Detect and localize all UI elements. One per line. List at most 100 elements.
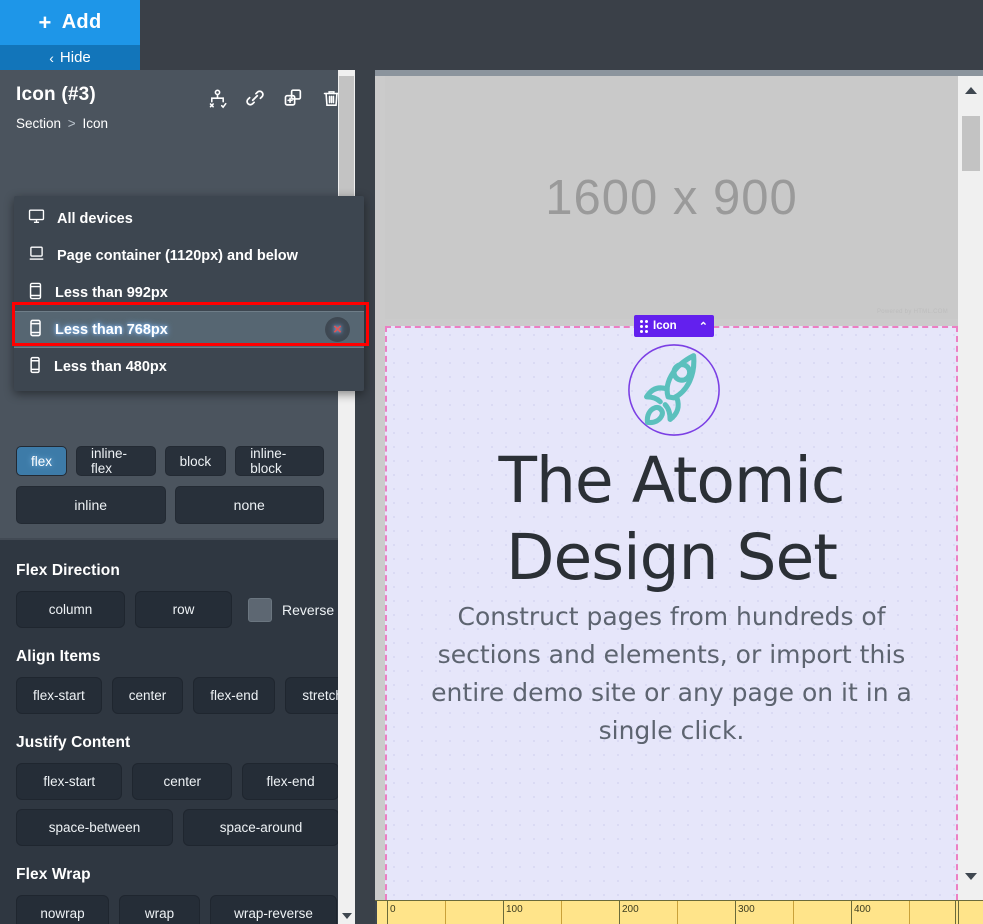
link-icon[interactable] <box>241 84 269 112</box>
align-items-group: Align Items flex-start center flex-end s… <box>16 648 355 714</box>
flex-wrap-nowrap[interactable]: nowrap <box>16 895 109 924</box>
reverse-checkbox[interactable] <box>248 597 272 622</box>
ruler-tick <box>561 901 562 924</box>
justify-content-title: Justify Content <box>16 734 131 751</box>
dropdown-item-less-than-480[interactable]: Less than 480px <box>14 348 364 385</box>
duplicate-icon[interactable] <box>279 84 307 112</box>
panel-header: Icon (#3) Section > Icon <box>0 70 355 190</box>
canvas-area: 1600 x 900 Powered by HTML.COM Icon ⌃ Th… <box>375 70 983 924</box>
mobile-landscape-icon <box>28 319 43 341</box>
placeholder-image[interactable]: 1600 x 900 Powered by HTML.COM <box>385 76 958 319</box>
device-dropdown-menu[interactable]: All devices Page container (1120px) and … <box>14 196 364 391</box>
dropdown-item-page-container[interactable]: Page container (1120px) and below <box>14 237 364 274</box>
ruler-label-0: 0 <box>390 904 396 915</box>
align-items-flex-start[interactable]: flex-start <box>16 677 102 714</box>
canvas-scrollbar-thumb[interactable] <box>962 116 980 171</box>
ruler-label-400: 400 <box>854 904 871 915</box>
add-button[interactable]: + Add <box>0 0 140 45</box>
laptop-icon <box>28 245 45 266</box>
panel-header-actions <box>203 84 345 112</box>
justify-content-options-row-1: flex-start center flex-end <box>16 763 339 800</box>
placeholder-credit: Powered by HTML.COM <box>876 309 948 315</box>
element-badge-label: Icon <box>653 320 677 332</box>
breadcrumb-current[interactable]: Icon <box>82 116 108 131</box>
dropdown-item-less-than-768[interactable]: Less than 768px × <box>14 311 364 348</box>
flex-direction-reverse-toggle[interactable]: Reverse <box>248 591 334 628</box>
display-option-inline-flex[interactable]: inline-flex <box>76 446 156 476</box>
add-button-label: Add <box>61 11 102 33</box>
dropdown-item-label: All devices <box>57 210 133 227</box>
ruler-label-300: 300 <box>738 904 755 915</box>
hero-heading[interactable]: The Atomic Design Set <box>387 443 956 597</box>
display-option-block[interactable]: block <box>164 446 227 476</box>
ruler-tick <box>909 901 910 924</box>
ruler-corner <box>958 901 983 924</box>
dropdown-item-all-devices[interactable]: All devices <box>14 200 364 237</box>
justify-content-center[interactable]: center <box>132 763 233 800</box>
display-options-row-1: flex inline-flex block inline-block <box>16 446 324 476</box>
ruler-tick <box>445 901 446 924</box>
hero-paragraph[interactable]: Construct pages from hundreds of section… <box>405 598 938 750</box>
breadcrumb-parent[interactable]: Section <box>16 116 61 131</box>
flex-direction-row[interactable]: row <box>135 591 232 628</box>
align-items-options: flex-start center flex-end stretch <box>16 677 355 714</box>
canvas-scrollbar[interactable] <box>958 76 983 908</box>
flex-direction-column[interactable]: column <box>16 591 125 628</box>
element-badge[interactable]: Icon ⌃ <box>634 315 714 337</box>
horizontal-ruler[interactable]: 0 100 200 300 400 <box>375 900 983 924</box>
selected-section[interactable]: Icon ⌃ The Atomic Design Set Construct p… <box>385 315 958 908</box>
toggle-visibility-icon[interactable] <box>203 84 231 112</box>
justify-content-space-between[interactable]: space-between <box>16 809 173 846</box>
justify-content-group: Justify Content flex-start center flex-e… <box>16 734 339 846</box>
canvas-scroll-up-arrow[interactable] <box>958 80 983 100</box>
breadcrumb-separator: > <box>67 116 76 131</box>
align-items-title: Align Items <box>16 648 101 665</box>
justify-content-flex-start[interactable]: flex-start <box>16 763 123 800</box>
align-items-center[interactable]: center <box>111 677 184 714</box>
ruler-tick <box>387 901 388 924</box>
app-root: + Add ‹ Hide Icon (#3) Section > Icon fl… <box>0 0 983 924</box>
reverse-label: Reverse <box>282 601 335 618</box>
dropdown-item-label: Page container (1120px) and below <box>57 247 298 264</box>
justify-content-space-around[interactable]: space-around <box>183 809 339 846</box>
ruler-tick <box>677 901 678 924</box>
tablet-icon <box>28 282 43 304</box>
rocket-icon[interactable] <box>625 341 723 439</box>
justify-content-flex-end[interactable]: flex-end <box>242 763 339 800</box>
canvas-scroll-down-arrow[interactable] <box>958 866 983 886</box>
ruler-tick <box>735 901 736 924</box>
flex-wrap-options: nowrap wrap wrap-reverse <box>16 895 339 924</box>
justify-content-options-row-2: space-between space-around <box>16 809 339 846</box>
ruler-tick <box>851 901 852 924</box>
ruler-label-200: 200 <box>622 904 639 915</box>
hide-button-label: Hide <box>59 49 91 66</box>
flex-direction-title: Flex Direction <box>16 562 120 579</box>
chevron-up-icon[interactable]: ⌃ <box>699 320 708 333</box>
page-preview: 1600 x 900 Powered by HTML.COM Icon ⌃ Th… <box>375 76 958 908</box>
top-bar: + Add ‹ Hide <box>0 0 983 70</box>
display-option-flex[interactable]: flex <box>16 446 68 476</box>
chevron-left-icon: ‹ <box>49 49 54 66</box>
display-options-row-2: inline none <box>16 486 324 524</box>
dropdown-item-label: Less than 992px <box>55 284 168 301</box>
desktop-icon <box>28 208 45 229</box>
flex-wrap-title: Flex Wrap <box>16 866 91 883</box>
flex-wrap-wrap-reverse[interactable]: wrap-reverse <box>210 895 337 924</box>
ruler-label-100: 100 <box>506 904 523 915</box>
display-option-inline[interactable]: inline <box>16 486 166 524</box>
drag-handle-icon[interactable] <box>640 319 648 333</box>
breadcrumb: Section > Icon <box>16 116 339 131</box>
dropdown-item-less-than-992[interactable]: Less than 992px <box>14 274 364 311</box>
panel-scroll-down-arrow[interactable] <box>338 907 355 924</box>
align-items-flex-end[interactable]: flex-end <box>193 677 276 714</box>
ruler-tick <box>503 901 504 924</box>
display-property-section: flex inline-flex block inline-block inli… <box>0 436 340 550</box>
display-option-none[interactable]: none <box>174 486 324 524</box>
flex-wrap-wrap[interactable]: wrap <box>119 895 200 924</box>
display-option-inline-block[interactable]: inline-block <box>235 446 324 476</box>
flex-properties-section: Flex Direction column row Reverse Align … <box>0 540 355 924</box>
dropdown-item-label: Less than 768px <box>55 321 168 338</box>
mobile-icon <box>28 356 42 378</box>
remove-breakpoint-button[interactable]: × <box>325 317 350 342</box>
hide-button[interactable]: ‹ Hide <box>0 45 140 70</box>
